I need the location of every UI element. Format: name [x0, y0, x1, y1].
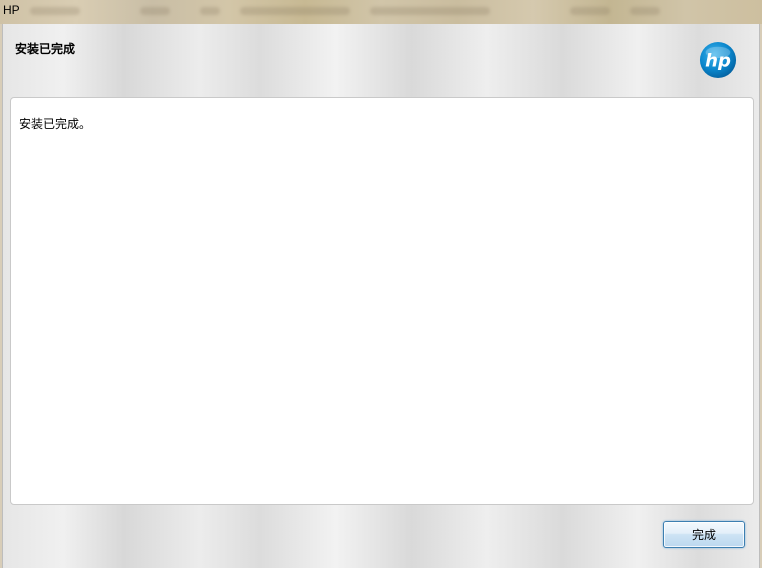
blurred-background: [30, 7, 80, 15]
page-title: 安装已完成: [15, 42, 76, 56]
blurred-background: [140, 7, 170, 15]
content-panel: 安装已完成。: [10, 97, 754, 505]
window-title: HP: [3, 3, 20, 17]
blurred-background: [370, 7, 490, 15]
hp-logo-text: hp: [705, 51, 731, 72]
finish-button-label: 完成: [691, 528, 716, 542]
window-title-bar[interactable]: HP: [0, 0, 762, 24]
blurred-background: [630, 7, 660, 15]
finish-button[interactable]: 完成: [663, 521, 745, 548]
completion-message: 安装已完成。: [19, 117, 92, 131]
blurred-background: [240, 7, 350, 15]
blurred-background: [570, 7, 610, 15]
blurred-background: [200, 7, 220, 15]
installer-window: 安装已完成 hp 安装已完成。 完成: [2, 24, 760, 568]
hp-logo: hp: [699, 41, 737, 79]
